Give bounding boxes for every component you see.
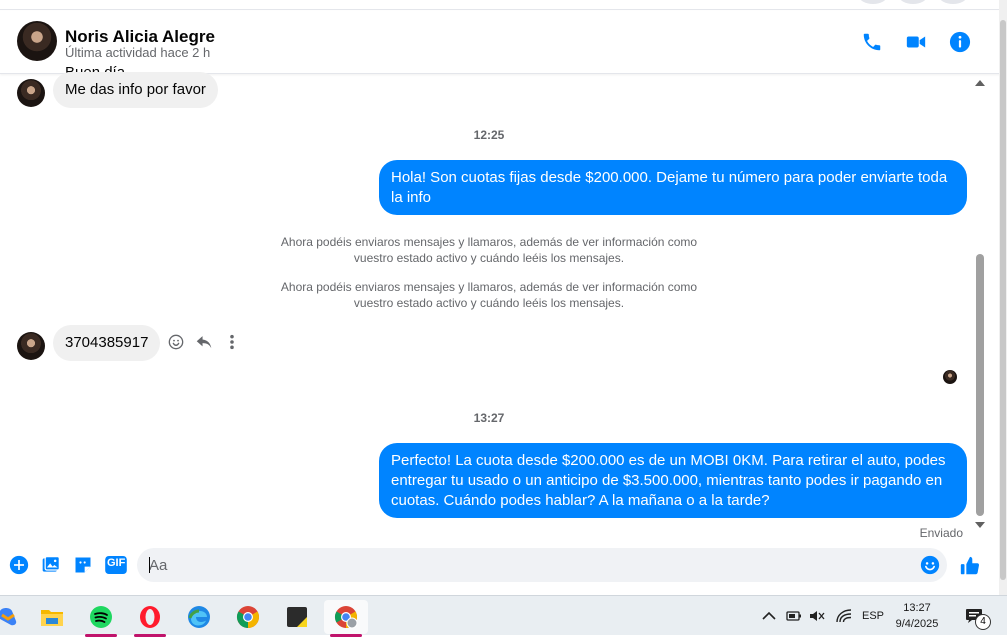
copilot-icon[interactable]: [0, 600, 30, 634]
system-notice-line: Ahora podéis enviaros mensajes y llamaro…: [280, 235, 698, 249]
message-input[interactable]: [137, 548, 947, 582]
window-scrollbar[interactable]: [999, 0, 1007, 595]
notification-count-badge: 4: [975, 614, 991, 630]
timestamp: 12:25: [473, 128, 505, 142]
window-scroll-thumb[interactable]: [1000, 20, 1006, 580]
contact-name[interactable]: Noris Alicia Alegre: [65, 27, 215, 47]
system-notice: Ahora podéis enviaros mensajes y llamaro…: [0, 279, 978, 311]
chrome-profile-icon[interactable]: [324, 600, 368, 637]
message-actions: [167, 333, 241, 351]
contact-status: Última actividad hace 2 h: [65, 45, 211, 60]
outgoing-message[interactable]: Hola! Son cuotas fijas desde $200.000. D…: [379, 160, 967, 215]
incoming-message[interactable]: 3704385917: [53, 325, 161, 361]
outgoing-message[interactable]: Perfecto! La cuota desde $200.000 es de …: [379, 443, 967, 518]
incoming-message[interactable]: Me das info por favor: [53, 72, 218, 108]
timestamp: 13:27: [473, 411, 505, 425]
spotify-icon[interactable]: [79, 600, 123, 637]
clock-date: 9/4/2025: [895, 618, 939, 630]
wifi-icon[interactable]: [836, 596, 852, 636]
emoji-icon[interactable]: [919, 554, 941, 576]
sticky-notes-icon[interactable]: [275, 600, 319, 634]
scroll-down-icon[interactable]: [975, 522, 985, 528]
contact-avatar-small[interactable]: [17, 332, 45, 360]
system-notice-line: vuestro estado activo y cuándo leéis los…: [353, 251, 625, 265]
scroll-up-icon[interactable]: [975, 80, 985, 86]
message-line: la info: [391, 189, 432, 206]
system-notice: Ahora podéis enviaros mensajes y llamaro…: [0, 234, 978, 266]
taskbar: ESP 13:27 9/4/2025 4: [0, 595, 1007, 637]
gif-icon[interactable]: GIF: [104, 554, 128, 576]
top-strip: [0, 0, 1007, 10]
chat-header: Noris Alicia Alegre Última actividad hac…: [0, 11, 1007, 74]
contact-avatar-small[interactable]: [17, 79, 45, 107]
info-icon[interactable]: [947, 29, 973, 55]
composer-bar: GIF: [0, 545, 1000, 587]
chat-scrollbar[interactable]: [973, 74, 987, 532]
messenger-window: Noris Alicia Alegre Última actividad hac…: [0, 0, 1007, 595]
emoji-react-icon[interactable]: [167, 333, 185, 351]
sticker-icon[interactable]: [72, 554, 94, 576]
plus-icon[interactable]: [8, 554, 30, 576]
battery-icon[interactable]: [786, 596, 802, 636]
message-line: cuotas. Cuándo podes hablar? A la mañana…: [391, 492, 770, 509]
tray-chevron-icon[interactable]: [762, 596, 776, 636]
seen-avatar: [943, 370, 957, 384]
volume-muted-icon[interactable]: [809, 596, 825, 636]
thumbs-up-icon[interactable]: [958, 554, 982, 578]
text-caret: [149, 557, 150, 573]
message-line: entregar tu usado o un anticipo de $3.50…: [391, 472, 943, 489]
file-explorer-icon[interactable]: [30, 600, 74, 634]
system-notice-line: Ahora podéis enviaros mensajes y llamaro…: [280, 280, 698, 294]
image-icon[interactable]: [40, 554, 62, 576]
more-options-icon[interactable]: [223, 333, 241, 351]
message-line: Perfecto! La cuota desde $200.000 es de …: [391, 452, 946, 469]
sent-status: Enviado: [919, 526, 963, 540]
system-notice-line: vuestro estado activo y cuándo leéis los…: [353, 296, 625, 310]
system-clock[interactable]: 13:27 9/4/2025: [887, 600, 947, 632]
language-indicator[interactable]: ESP: [862, 596, 884, 636]
chrome-icon[interactable]: [226, 600, 270, 634]
contact-avatar[interactable]: [17, 21, 57, 61]
clock-time: 13:27: [903, 602, 931, 614]
video-camera-icon[interactable]: [903, 29, 929, 55]
gif-label: GIF: [107, 557, 126, 569]
scroll-thumb[interactable]: [976, 254, 984, 516]
edge-icon[interactable]: [177, 600, 221, 634]
opera-icon[interactable]: [128, 600, 172, 637]
message-line: Hola! Son cuotas fijas desde $200.000. D…: [391, 169, 948, 186]
reply-icon[interactable]: [195, 333, 213, 351]
phone-icon[interactable]: [859, 29, 885, 55]
